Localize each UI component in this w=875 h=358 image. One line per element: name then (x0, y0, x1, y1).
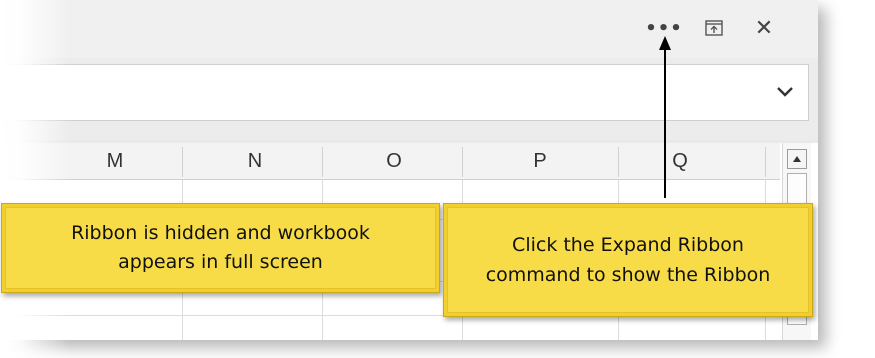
screenshot: ••• ✕ M N O P Q Ribbon is hidden and wor… (0, 0, 875, 358)
pointer-arrow (659, 36, 671, 198)
